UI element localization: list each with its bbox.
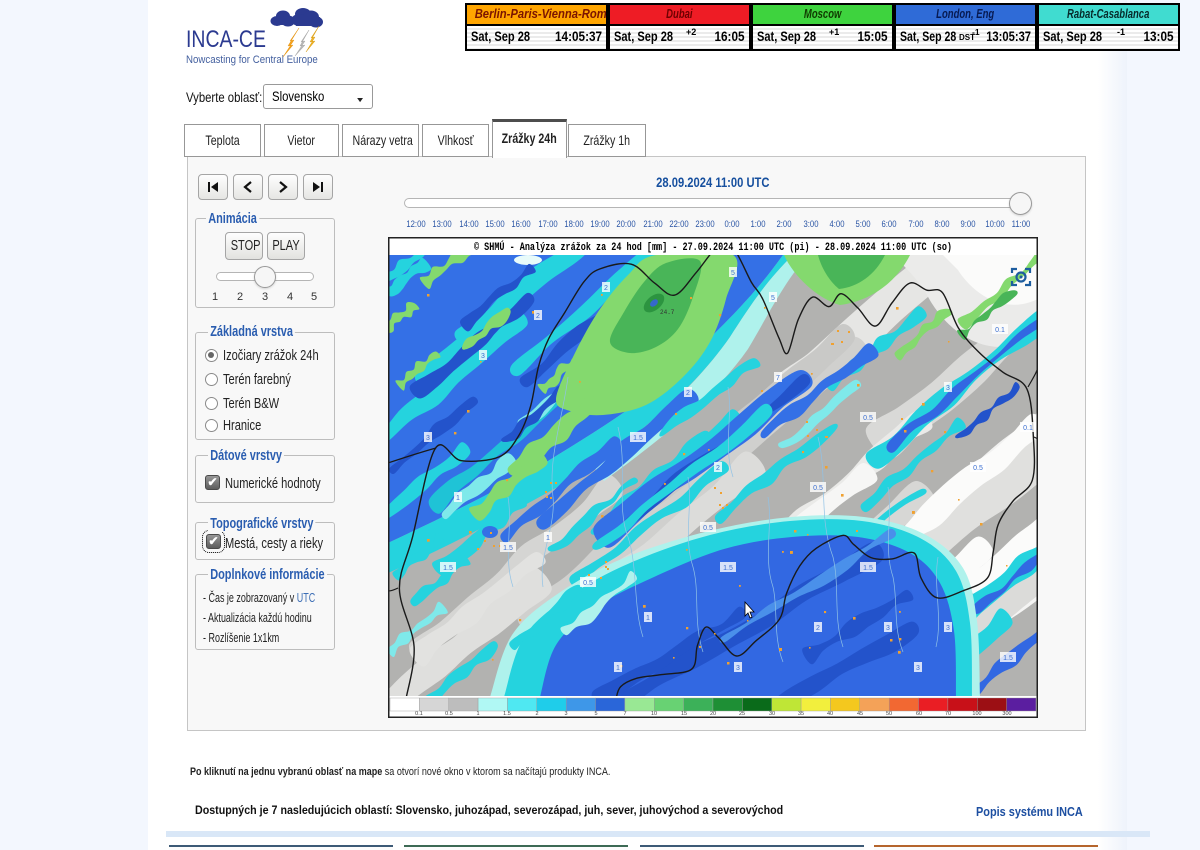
- svg-text:2: 2: [686, 390, 690, 397]
- svg-text:0.1: 0.1: [415, 711, 423, 717]
- svg-text:7: 7: [623, 711, 626, 717]
- svg-text:1: 1: [546, 535, 550, 542]
- svg-text:30: 30: [769, 711, 775, 717]
- svg-text:15: 15: [681, 711, 687, 717]
- svg-text:0.5: 0.5: [813, 485, 823, 492]
- svg-text:1.5: 1.5: [723, 565, 733, 572]
- svg-text:3: 3: [886, 625, 890, 632]
- svg-text:© SHMÚ - Analýza zrážok za 24: © SHMÚ - Analýza zrážok za 24 hod [mm] -…: [474, 240, 952, 254]
- svg-text:1: 1: [616, 665, 620, 672]
- svg-text:0.5: 0.5: [973, 465, 983, 472]
- svg-text:45: 45: [857, 711, 863, 717]
- svg-text:1.5: 1.5: [503, 545, 513, 552]
- svg-text:3: 3: [946, 625, 950, 632]
- svg-text:35: 35: [798, 711, 804, 717]
- svg-text:1.5: 1.5: [1003, 655, 1013, 662]
- svg-text:50: 50: [886, 711, 892, 717]
- svg-text:100: 100: [972, 711, 981, 717]
- svg-text:0.5: 0.5: [703, 525, 713, 532]
- svg-text:20: 20: [710, 711, 716, 717]
- svg-text:3: 3: [916, 665, 920, 672]
- svg-text:1.5: 1.5: [633, 435, 643, 442]
- svg-text:5: 5: [731, 270, 735, 277]
- svg-text:0.1: 0.1: [995, 327, 1005, 334]
- svg-text:1: 1: [646, 615, 650, 622]
- svg-text:1.5: 1.5: [863, 565, 873, 572]
- svg-text:25: 25: [739, 711, 745, 717]
- svg-text:1.5: 1.5: [503, 711, 511, 717]
- svg-text:1: 1: [456, 495, 460, 502]
- svg-text:1: 1: [476, 711, 479, 717]
- svg-text:5: 5: [771, 295, 775, 302]
- svg-text:24.7: 24.7: [660, 309, 675, 316]
- svg-text:2: 2: [535, 711, 538, 717]
- svg-text:300: 300: [1002, 711, 1011, 717]
- svg-text:0.5: 0.5: [445, 711, 453, 717]
- svg-text:3: 3: [736, 665, 740, 672]
- svg-text:0.5: 0.5: [583, 580, 593, 587]
- svg-text:0.5: 0.5: [863, 415, 873, 422]
- svg-text:1.5: 1.5: [443, 565, 453, 572]
- svg-text:3: 3: [426, 435, 430, 442]
- svg-text:5: 5: [594, 711, 597, 717]
- svg-text:10: 10: [651, 711, 657, 717]
- svg-text:0.1: 0.1: [1023, 425, 1033, 432]
- svg-text:2: 2: [816, 625, 820, 632]
- svg-text:2: 2: [536, 313, 540, 320]
- svg-text:60: 60: [916, 711, 922, 717]
- svg-text:7: 7: [776, 375, 780, 382]
- svg-text:3: 3: [564, 711, 567, 717]
- svg-text:3: 3: [481, 353, 485, 360]
- svg-text:3: 3: [946, 385, 950, 392]
- svg-text:2: 2: [604, 285, 608, 292]
- svg-text:2: 2: [716, 465, 720, 472]
- svg-text:40: 40: [827, 711, 833, 717]
- svg-text:70: 70: [945, 711, 951, 717]
